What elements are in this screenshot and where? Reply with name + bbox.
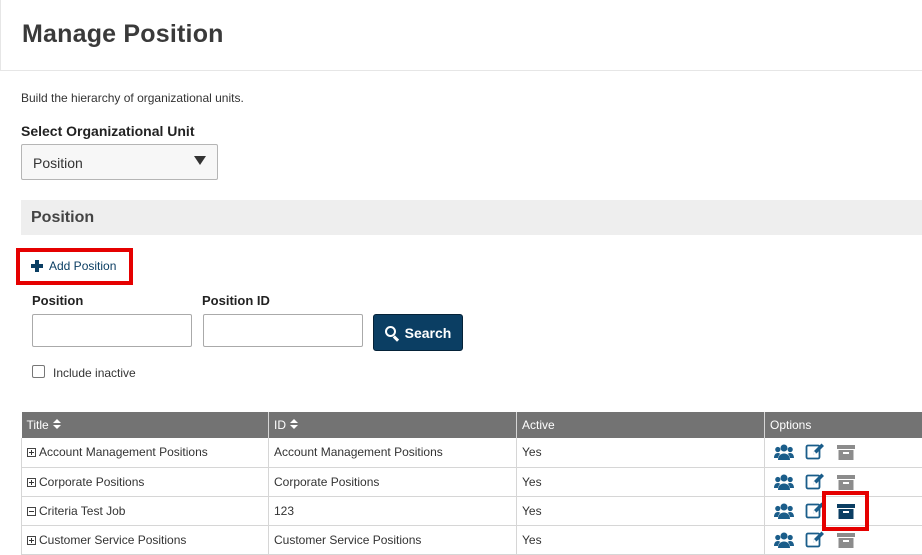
cell-active: Yes [516, 467, 765, 497]
cell-id: Account Management Positions [268, 438, 517, 468]
cell-active: Yes [516, 438, 765, 468]
sort-icon [52, 419, 61, 430]
row-title: Account Management Positions [39, 445, 208, 460]
archive-icon[interactable] [836, 443, 856, 461]
plus-icon [31, 260, 43, 272]
edit-icon[interactable] [805, 502, 825, 520]
sort-icon [290, 419, 298, 430]
page-header: Manage Position [0, 0, 922, 71]
position-filter-label: Position [32, 293, 84, 308]
search-button[interactable]: Search [373, 314, 463, 351]
cell-options [764, 438, 922, 468]
add-position-button[interactable]: Add Position [31, 258, 116, 274]
position-id-filter-label: Position ID [202, 293, 270, 308]
search-button-label: Search [404, 324, 452, 341]
table-row: Account Management Positions Account Mana… [21, 438, 922, 468]
cell-active: Yes [516, 496, 765, 526]
column-header-active: Active [516, 412, 765, 438]
archive-icon[interactable] [836, 502, 856, 520]
row-title: Corporate Positions [39, 474, 145, 489]
column-header-options: Options [764, 412, 922, 438]
row-title: Criteria Test Job [39, 503, 126, 518]
caret-down-icon [194, 156, 206, 165]
expand-icon[interactable] [27, 535, 36, 545]
position-filter-input[interactable] [32, 314, 192, 347]
expand-icon[interactable] [27, 477, 36, 487]
cell-options [764, 496, 922, 526]
cell-title: Corporate Positions [21, 467, 269, 497]
cell-title: Account Management Positions [21, 438, 269, 468]
archive-icon[interactable] [836, 531, 856, 549]
section-title: Position [31, 209, 95, 226]
table-row: Corporate Positions Corporate Positions Ye… [21, 467, 922, 497]
include-inactive-label: Include inactive [53, 366, 136, 380]
edit-icon[interactable] [805, 473, 825, 491]
row-title: Customer Service Positions [39, 532, 187, 547]
users-icon[interactable] [774, 473, 794, 491]
org-unit-label: Select Organizational Unit [21, 123, 195, 139]
positions-table: Title ID Active Options Account Manageme… [21, 412, 922, 555]
org-unit-select[interactable]: Position [21, 144, 218, 180]
collapse-icon[interactable] [27, 506, 36, 516]
position-id-filter-input[interactable] [203, 314, 363, 347]
column-header-title[interactable]: Title [21, 412, 269, 438]
column-header-id-label: ID [274, 418, 286, 432]
cell-options [764, 525, 922, 555]
users-icon[interactable] [774, 531, 794, 549]
table-row: Criteria Test Job 123 Yes [21, 496, 922, 526]
users-icon[interactable] [774, 502, 794, 520]
archive-icon[interactable] [836, 473, 856, 491]
cell-id: Corporate Positions [268, 467, 517, 497]
expand-icon[interactable] [27, 448, 36, 458]
cell-title: Customer Service Positions [21, 525, 269, 555]
cell-active: Yes [516, 525, 765, 555]
edit-icon[interactable] [805, 443, 825, 461]
column-header-id[interactable]: ID [268, 412, 517, 438]
org-unit-selected-value: Position [33, 155, 83, 171]
column-header-title-label: Title [26, 418, 49, 432]
users-icon[interactable] [774, 443, 794, 461]
page-description: Build the hierarchy of organizational un… [21, 91, 244, 105]
section-header: Position [21, 200, 922, 235]
search-icon [384, 325, 399, 340]
edit-icon[interactable] [805, 531, 825, 549]
cell-options [764, 467, 922, 497]
cell-id: 123 [268, 496, 517, 526]
page-title: Manage Position [22, 20, 224, 48]
table-row: Customer Service Positions Customer Servi… [21, 525, 922, 555]
add-position-label: Add Position [49, 259, 117, 273]
include-inactive-checkbox[interactable] [32, 365, 45, 378]
table-header-row: Title ID Active Options [21, 412, 922, 438]
cell-id: Customer Service Positions [268, 525, 517, 555]
cell-title: Criteria Test Job [21, 496, 269, 526]
